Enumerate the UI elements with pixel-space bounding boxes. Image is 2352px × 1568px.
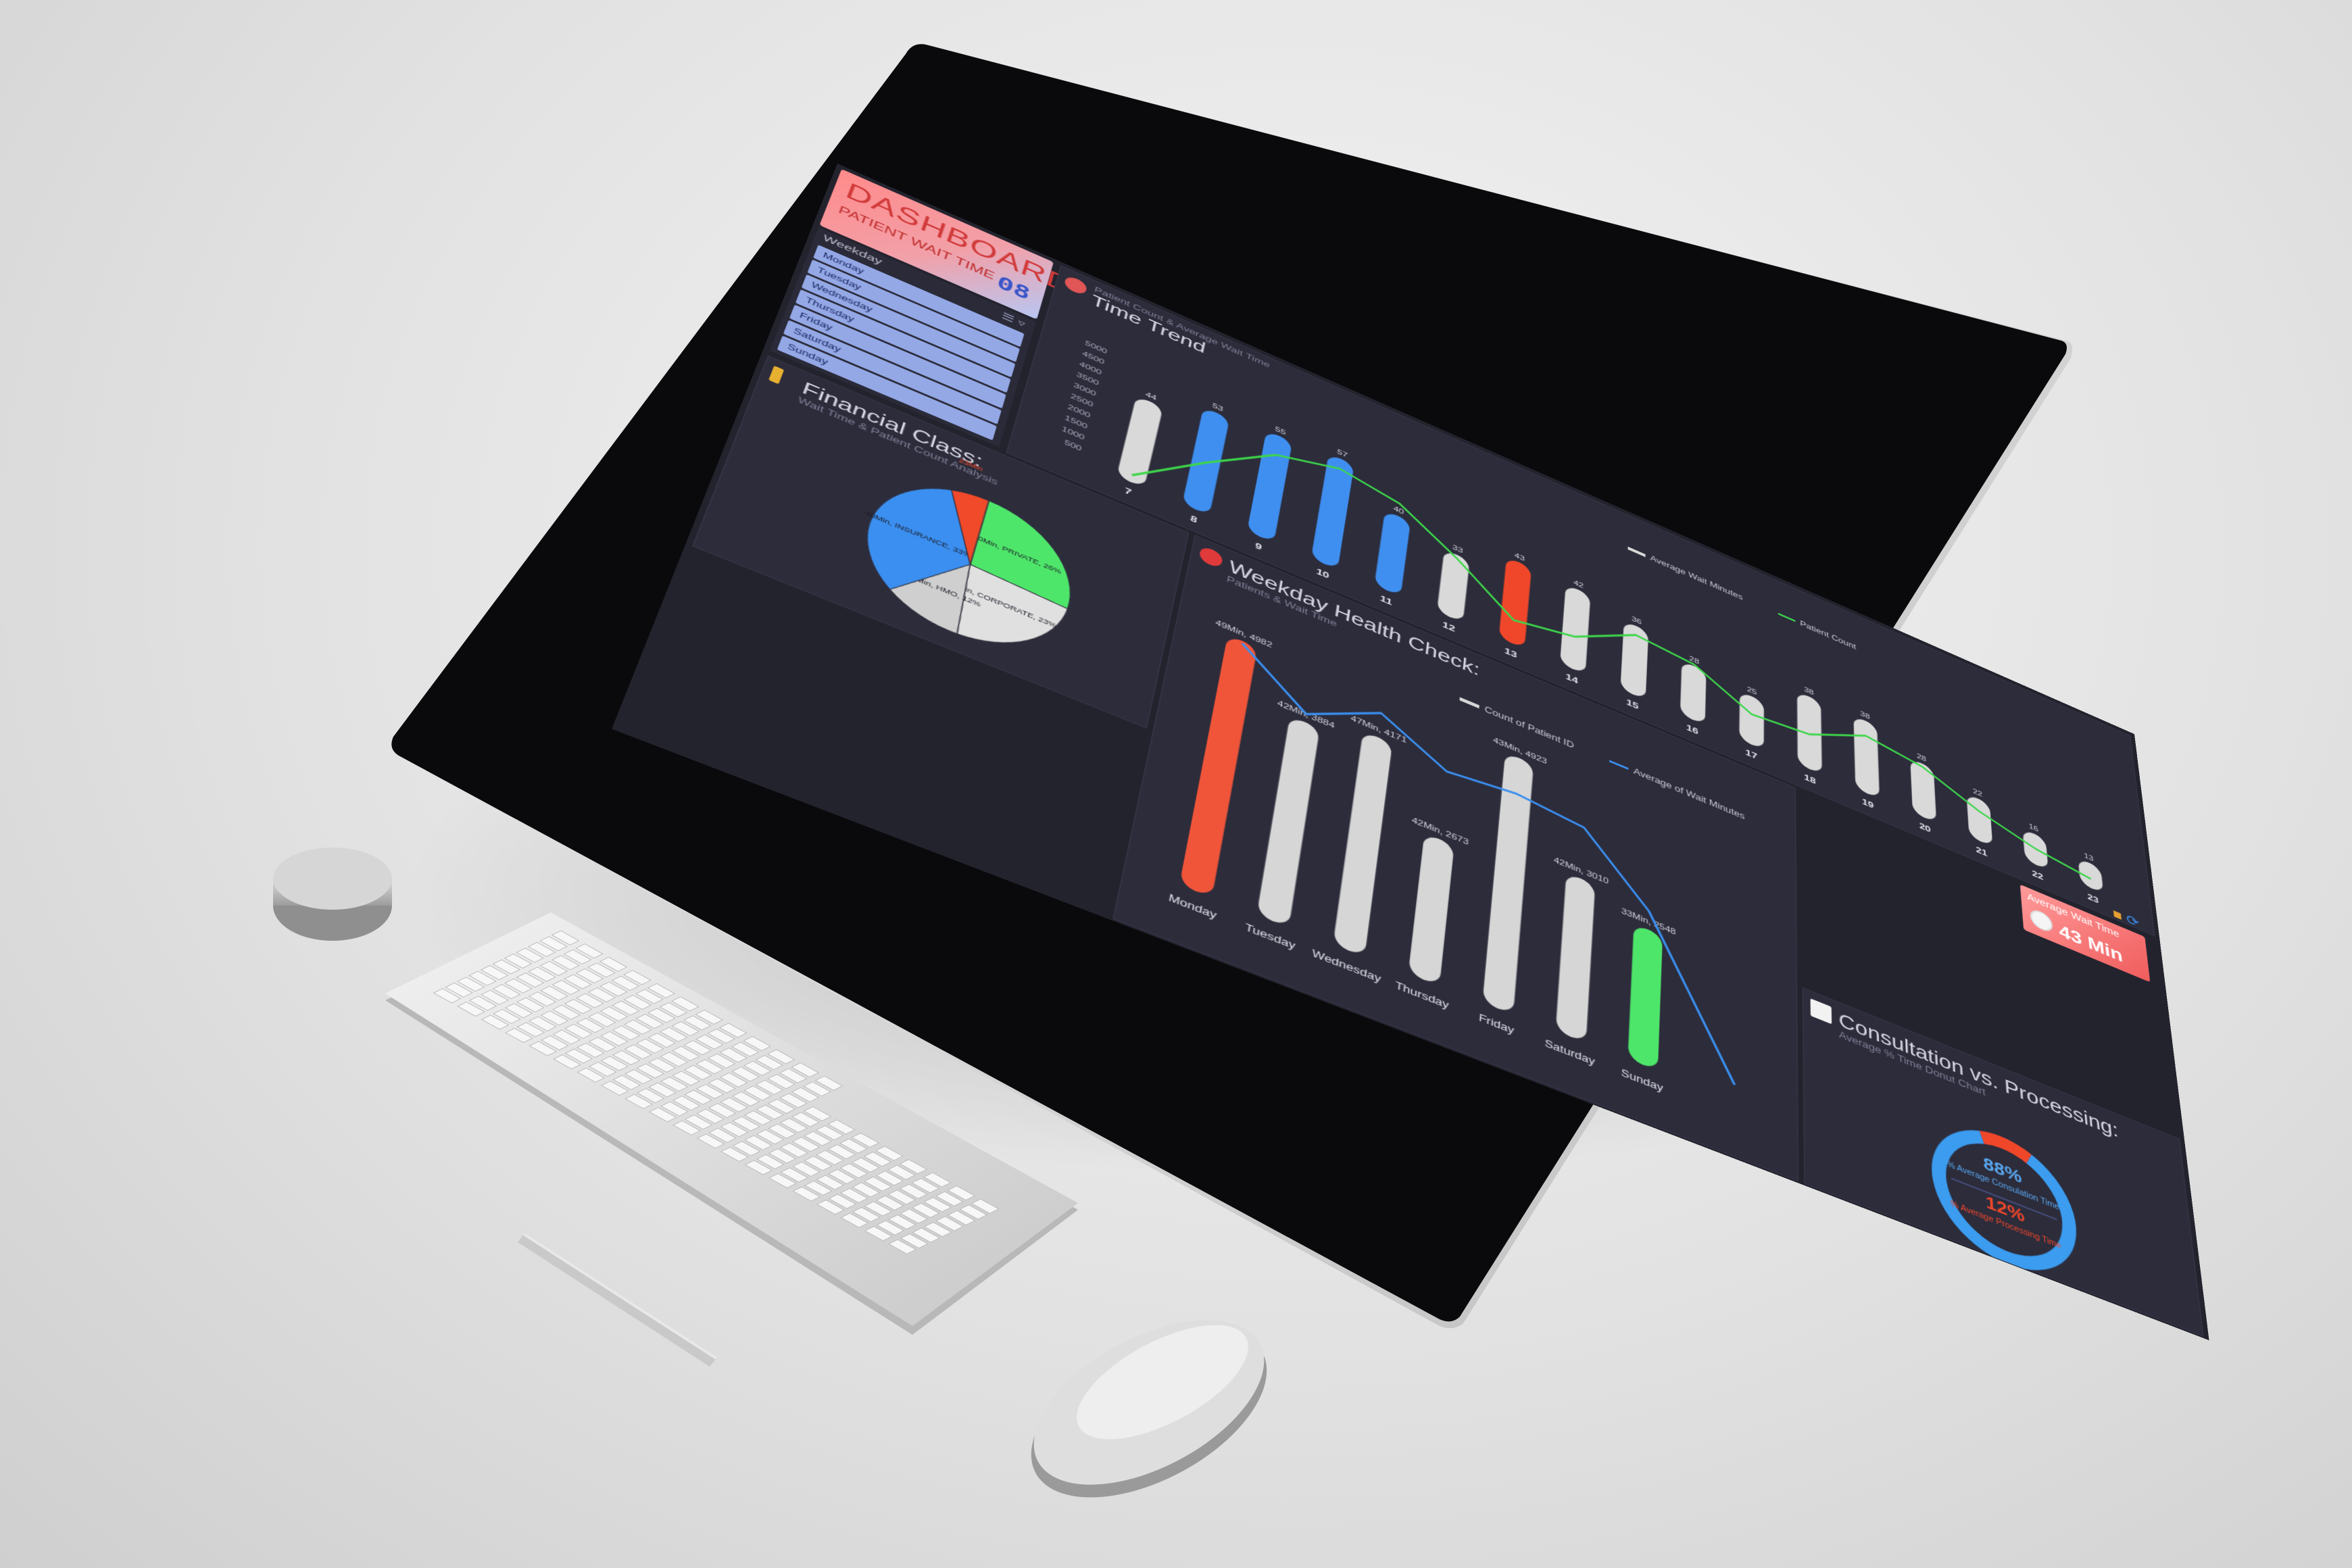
legend-swatch-count <box>1459 697 1479 709</box>
legend-label-wait: Average Wait Minutes <box>1650 554 1742 602</box>
bar-data-label: 13 <box>2084 851 2094 862</box>
x-tick-label: 17 <box>1746 748 1758 762</box>
bar-data-label: 36 <box>1632 614 1642 626</box>
x-tick-label: 20 <box>1919 820 1931 835</box>
legend-swatch-wait <box>1609 760 1629 770</box>
x-tick-label: 23 <box>2087 891 2099 906</box>
x-tick-label: 8 <box>1190 513 1198 524</box>
x-tick-label: 12 <box>1442 620 1455 634</box>
bar <box>1374 510 1411 597</box>
bar <box>1620 620 1649 700</box>
funnel-icon[interactable]: ▿ <box>1016 318 1026 330</box>
bar-data-label: 38 <box>1804 685 1814 696</box>
x-tick-label: Friday <box>1478 1011 1515 1037</box>
bar <box>1680 660 1707 725</box>
bar-data-label: 33 <box>1452 543 1464 555</box>
bar <box>1333 731 1393 957</box>
bar <box>1739 691 1765 750</box>
x-tick-label: 18 <box>1804 772 1816 786</box>
bar-data-label: 43 <box>1514 551 1525 562</box>
bar <box>1966 793 1993 847</box>
x-tick-label: 22 <box>2032 868 2044 882</box>
x-tick-label: Saturday <box>1544 1037 1596 1068</box>
x-tick-label: 13 <box>1504 645 1517 660</box>
bar <box>1555 873 1596 1043</box>
bar-data-label: 38 <box>1860 709 1870 720</box>
bar-data-label: 53 <box>1212 401 1224 413</box>
bar-data-label: 16 <box>2028 822 2038 833</box>
x-tick-label: Tuesday <box>1244 921 1297 952</box>
x-tick-label: Sunday <box>1621 1067 1663 1094</box>
bar <box>1179 635 1258 898</box>
x-tick-label: 16 <box>1686 722 1698 737</box>
legend-swatch-count <box>1778 612 1796 622</box>
x-tick-label: 9 <box>1254 541 1263 552</box>
x-tick-label: 19 <box>1862 796 1874 810</box>
bar <box>1408 833 1454 986</box>
x-tick-label: 11 <box>1379 593 1393 608</box>
x-tick-label: 10 <box>1315 566 1329 581</box>
x-tick-label: Monday <box>1168 891 1219 922</box>
bar <box>1853 715 1880 799</box>
bar <box>1246 430 1293 543</box>
x-tick-label: Thursday <box>1394 979 1450 1011</box>
bar-data-label: 55 <box>1275 425 1287 437</box>
bar <box>1796 691 1822 775</box>
dial-icon <box>2029 906 2054 935</box>
legend-label-wait: Average of Wait Minutes <box>1634 766 1745 821</box>
x-tick-label: 15 <box>1626 697 1639 711</box>
pie-slice-label: 23Min <box>958 458 983 473</box>
bar <box>1310 454 1354 570</box>
legend-label-count: Patient Count <box>1800 619 1857 652</box>
bar-data-label: 57 <box>1337 448 1348 460</box>
legend-swatch-wait <box>1627 546 1646 558</box>
bar <box>1627 923 1663 1071</box>
bar-data-label: 28 <box>1917 752 1927 763</box>
bar-data-label: 22 <box>1973 787 1983 798</box>
logo-icon[interactable]: ■ <box>2112 906 2123 924</box>
x-tick-label: Wednesday <box>1311 947 1382 985</box>
filter-list-icon[interactable]: ☰ <box>1000 310 1015 325</box>
bar <box>2078 858 2104 893</box>
bar <box>1498 557 1532 649</box>
y-tick-label: 500 <box>1064 438 1083 453</box>
bar <box>1436 549 1470 623</box>
x-tick-label: 14 <box>1565 671 1579 686</box>
bar-data-label: 44 <box>1145 390 1158 401</box>
bar <box>1559 584 1591 675</box>
x-tick-label: 21 <box>1976 844 1988 858</box>
bar <box>1256 716 1320 928</box>
x-tick-label: 7 <box>1124 485 1133 497</box>
bar-data-label: 25 <box>1747 685 1757 696</box>
bar-data-label: 42 <box>1573 579 1584 590</box>
